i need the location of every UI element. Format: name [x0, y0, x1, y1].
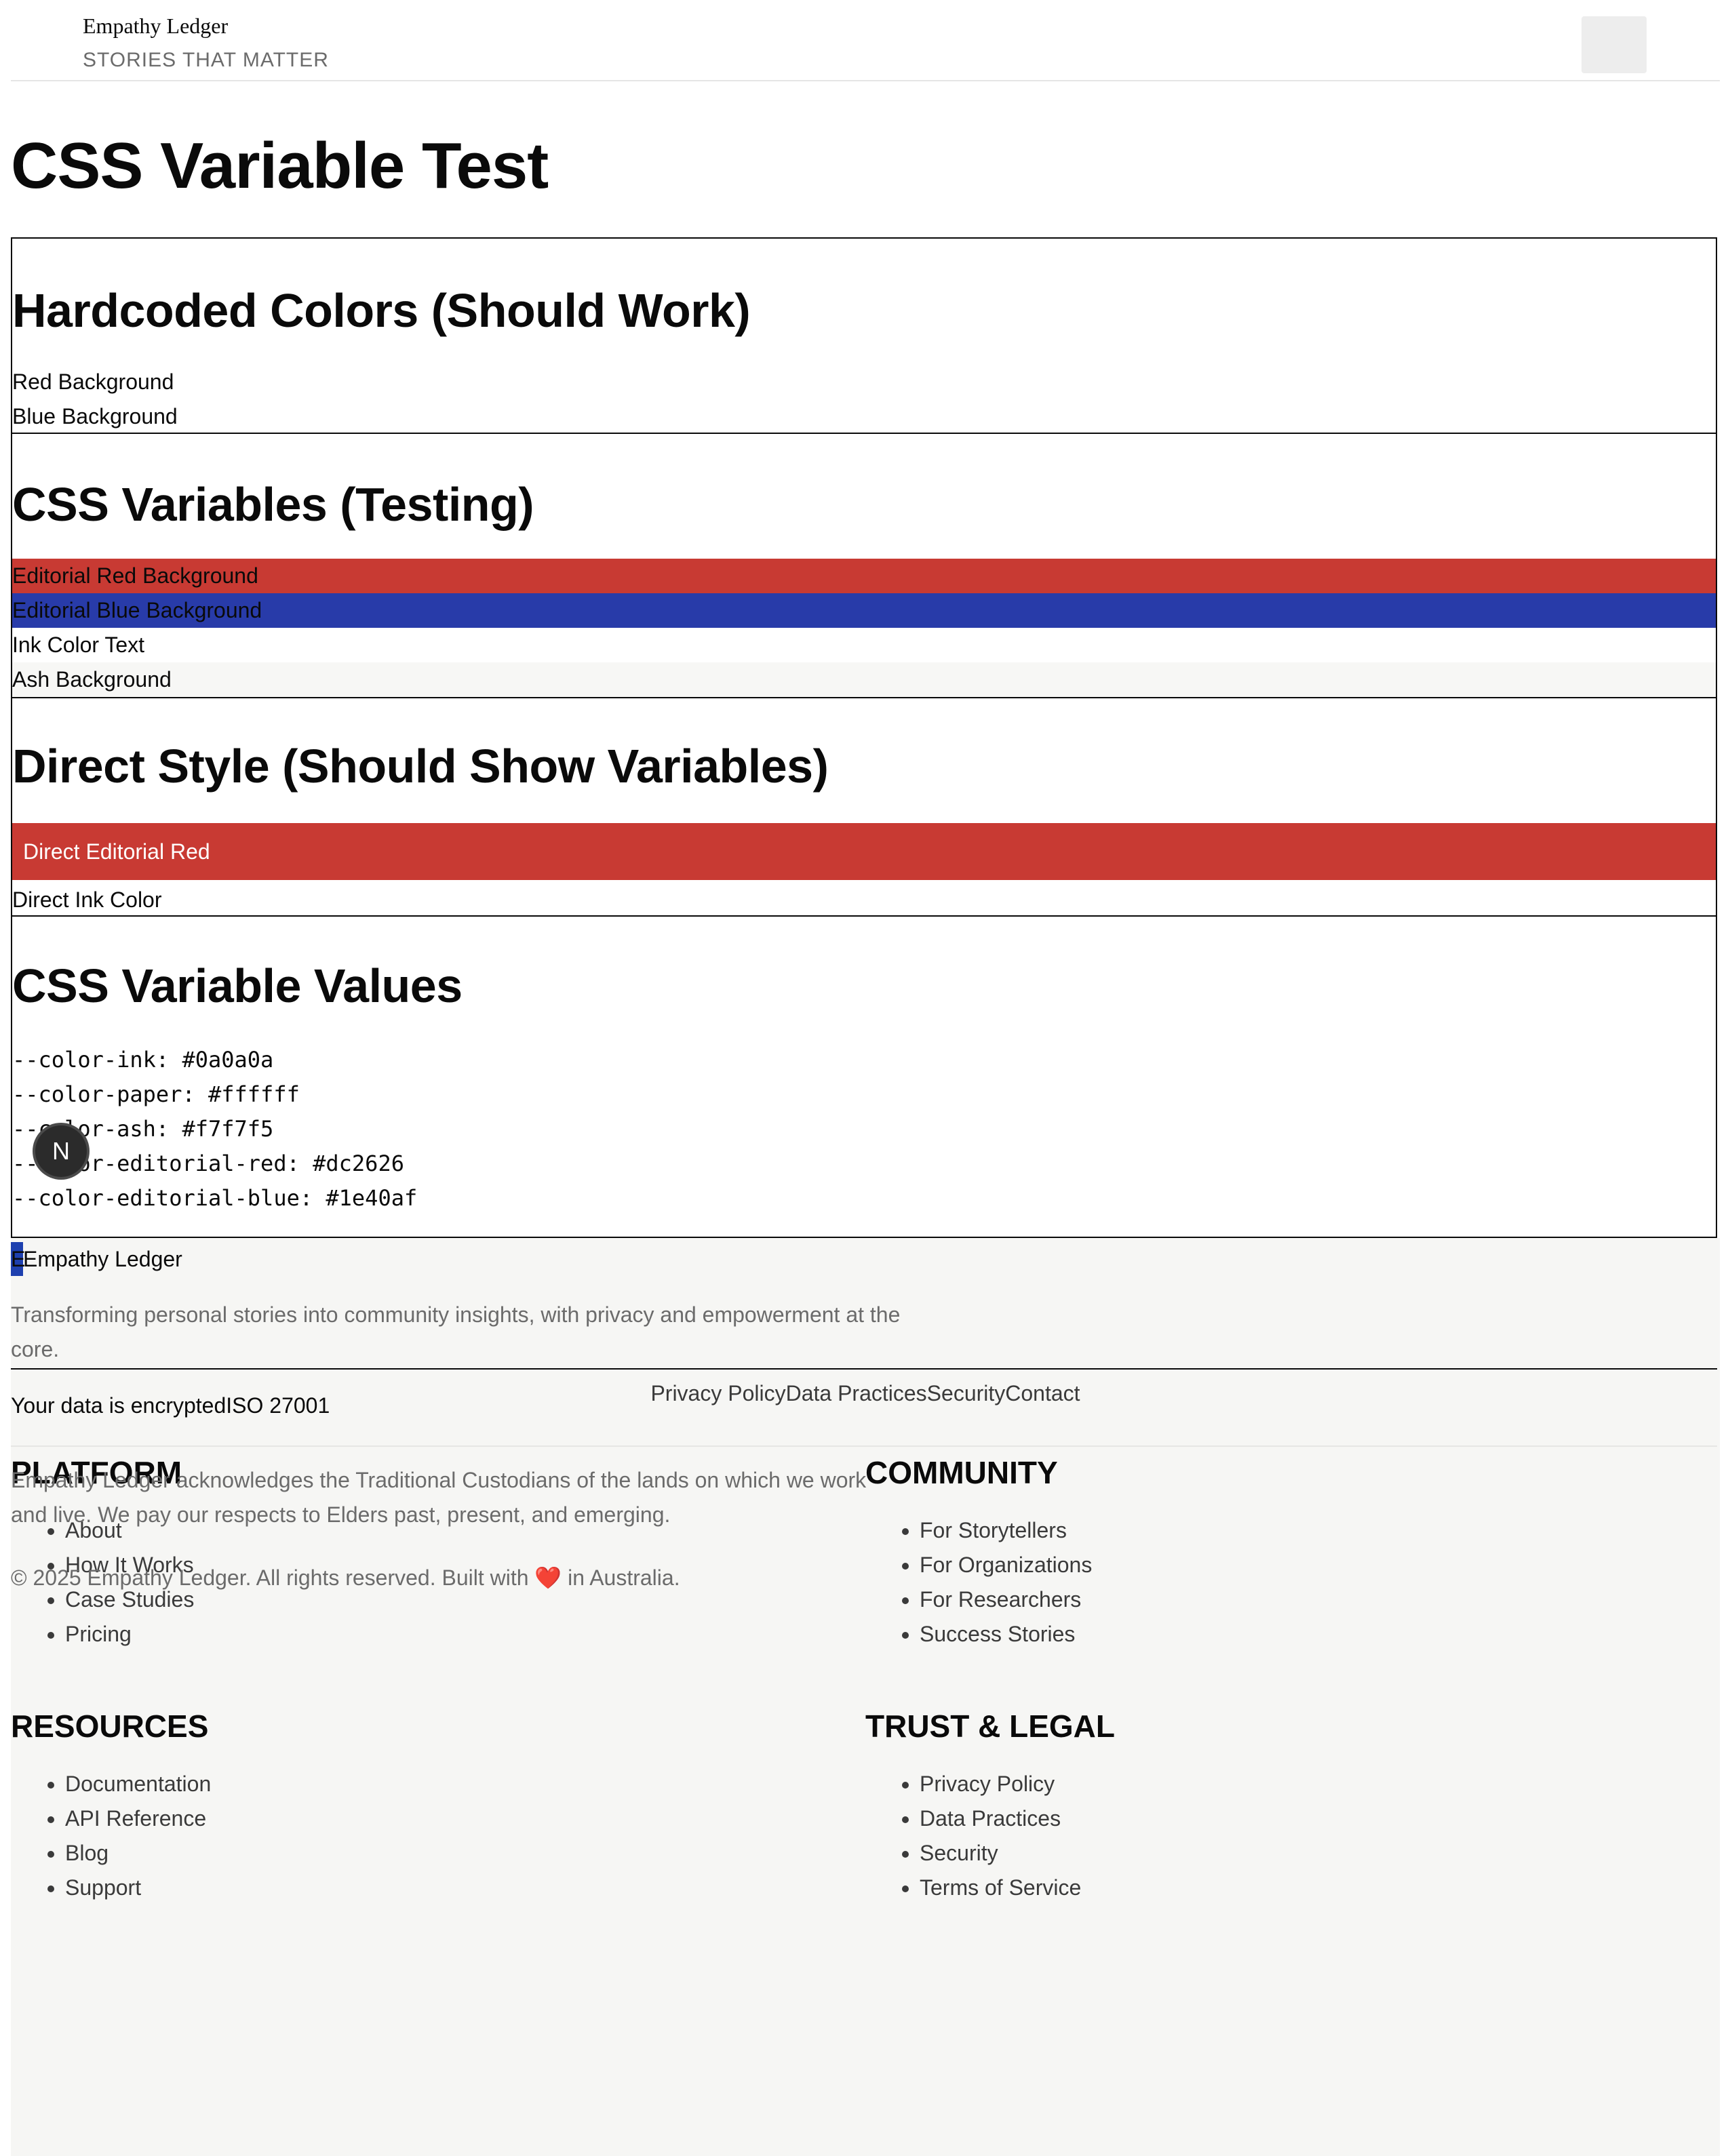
brand-mark-icon: E — [11, 1242, 25, 1276]
direct-editorial-red-block: Direct Editorial Red — [12, 823, 1716, 880]
direct-style-panel: Direct Style (Should Show Variables) Dir… — [11, 697, 1717, 917]
ink-color-row: Ink Color Text — [12, 633, 145, 657]
editorial-blue-row: Editorial Blue Background — [12, 593, 1716, 628]
menu-button[interactable] — [1582, 16, 1647, 73]
resources-links: Documentation API Reference Blog Support — [11, 1767, 211, 1905]
footer-link-privacy-policy[interactable]: Privacy Policy — [920, 1767, 1081, 1801]
direct-ink-row: Direct Ink Color — [12, 887, 162, 912]
bottom-link-contact[interactable]: Contact — [1005, 1381, 1080, 1405]
community-links: For Storytellers For Organizations For R… — [865, 1513, 1092, 1652]
page: Empathy Ledger STORIES THAT MATTER CSS V… — [11, 0, 1720, 2156]
footer-link-terms[interactable]: Terms of Service — [920, 1871, 1081, 1905]
footer-column-title: RESOURCES — [11, 1709, 209, 1744]
copyright-location: in Australia. — [568, 1565, 680, 1590]
footer-link-organizations[interactable]: For Organizations — [920, 1548, 1092, 1582]
footer-brand-name: Empathy Ledger — [23, 1247, 182, 1271]
footer-link-blog[interactable]: Blog — [65, 1836, 211, 1871]
variable-line: --color-ink: #0a0a0a — [12, 1047, 274, 1073]
footer-link-support[interactable]: Support — [65, 1871, 211, 1905]
footer-brand[interactable]: EEmpathy Ledger — [11, 1242, 182, 1276]
site-header: Empathy Ledger STORIES THAT MATTER — [11, 0, 1720, 81]
bottom-link-data-practices[interactable]: Data Practices — [786, 1381, 927, 1405]
footer-column-title: TRUST & LEGAL — [865, 1709, 1115, 1744]
section-title: Direct Style (Should Show Variables) — [12, 740, 829, 793]
footer-link-data-practices[interactable]: Data Practices — [920, 1801, 1081, 1836]
editorial-red-row: Editorial Red Background — [12, 559, 1716, 593]
footer-link-storytellers[interactable]: For Storytellers — [920, 1513, 1092, 1548]
bottom-links: Privacy PolicyData PracticesSecurityCont… — [11, 1376, 1720, 1410]
variable-line: --color-editorial-blue: #1e40af — [12, 1185, 418, 1211]
brand-tagline: STORIES THAT MATTER — [83, 49, 329, 71]
footer-description: Transforming personal stories into commu… — [11, 1302, 901, 1361]
hardcoded-colors-panel: Hardcoded Colors (Should Work) Red Backg… — [11, 237, 1717, 434]
footer-divider — [11, 1368, 1717, 1370]
divider — [11, 1445, 1717, 1447]
footer-link-documentation[interactable]: Documentation — [65, 1767, 211, 1801]
brand-name[interactable]: Empathy Ledger — [83, 14, 228, 39]
bottom-link-privacy[interactable]: Privacy Policy — [650, 1381, 785, 1405]
bottom-link-security[interactable]: Security — [927, 1381, 1006, 1405]
heart-icon: ❤️ — [534, 1565, 562, 1590]
section-title: Hardcoded Colors (Should Work) — [12, 284, 751, 337]
section-title: CSS Variables (Testing) — [12, 478, 534, 531]
acknowledgement-text: Empathy Ledger acknowledges the Traditio… — [11, 1468, 867, 1527]
page-title: CSS Variable Test — [11, 129, 549, 202]
footer-link-security[interactable]: Security — [920, 1836, 1081, 1871]
variable-values-panel: CSS Variable Values --color-ink: #0a0a0a… — [11, 915, 1717, 1238]
css-variables-panel: CSS Variables (Testing) Editorial Red Ba… — [11, 433, 1717, 698]
footer-link-success-stories[interactable]: Success Stories — [920, 1617, 1092, 1652]
red-background-row: Red Background — [12, 370, 174, 394]
copyright-text: © 2025 Empathy Ledger. All rights reserv… — [11, 1565, 529, 1590]
blue-background-row: Blue Background — [12, 404, 178, 428]
trust-legal-links: Privacy Policy Data Practices Security T… — [865, 1767, 1081, 1905]
footer-link-pricing[interactable]: Pricing — [65, 1617, 194, 1652]
variable-line: --color-paper: #ffffff — [12, 1081, 300, 1107]
footer-link-api-reference[interactable]: API Reference — [65, 1801, 211, 1836]
ash-background-row: Ash Background — [12, 662, 1716, 697]
footer-link-researchers[interactable]: For Researchers — [920, 1582, 1092, 1617]
copyright: © 2025 Empathy Ledger. All rights reserv… — [11, 1561, 680, 1595]
section-title: CSS Variable Values — [12, 959, 463, 1012]
dev-tools-badge[interactable]: N — [35, 1125, 87, 1177]
